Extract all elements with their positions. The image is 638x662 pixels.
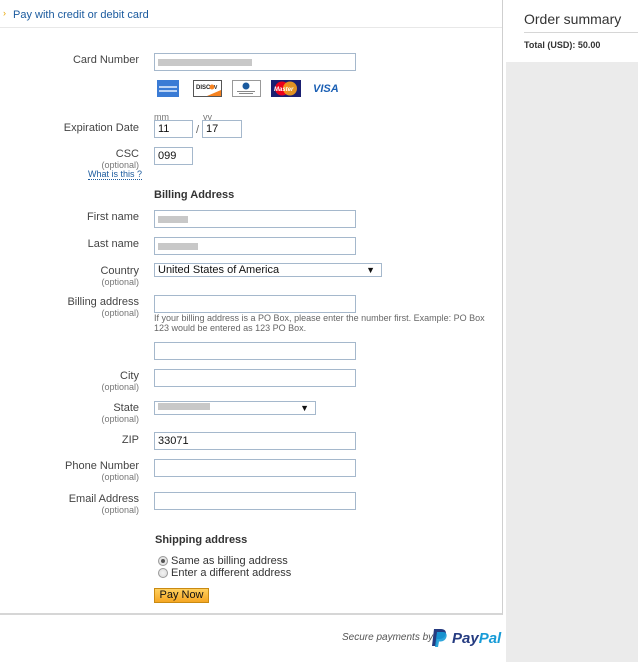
city-input[interactable] bbox=[154, 369, 356, 387]
dropdown-arrow-icon: ▼ bbox=[366, 265, 375, 275]
phone-input[interactable] bbox=[154, 459, 356, 477]
paypal-p-icon bbox=[432, 629, 447, 647]
zip-input[interactable]: 33071 bbox=[154, 432, 356, 450]
country-optional: (optional) bbox=[101, 277, 139, 287]
phone-label-wrap: Phone Number (optional) bbox=[0, 460, 139, 482]
expiration-date-label: Expiration Date bbox=[63, 122, 139, 134]
city-optional: (optional) bbox=[101, 382, 139, 392]
email-label-wrap: Email Address (optional) bbox=[0, 493, 139, 515]
country-label: Country bbox=[100, 265, 139, 277]
expiration-month-input[interactable]: 11 bbox=[154, 120, 193, 138]
svg-text:VISA: VISA bbox=[313, 83, 339, 95]
mastercard-logo-icon: Master bbox=[271, 80, 301, 97]
shipping-option-same[interactable]: Same as billing address bbox=[158, 555, 288, 567]
redacted-state bbox=[158, 403, 210, 410]
radio-unchecked-icon[interactable] bbox=[158, 568, 168, 578]
billing-address-heading: Billing Address bbox=[154, 189, 235, 201]
secure-payments-text: Secure payments by bbox=[342, 632, 434, 643]
po-box-hint: If your billing address is a PO Box, ple… bbox=[154, 313, 485, 333]
city-label: City bbox=[120, 370, 139, 382]
csc-help-link[interactable]: What is this ? bbox=[88, 169, 143, 180]
card-number-label: Card Number bbox=[72, 54, 139, 66]
shipping-option-label: Enter a different address bbox=[171, 567, 292, 579]
redacted-first-name bbox=[158, 215, 188, 223]
visa-logo-icon: VISA bbox=[313, 83, 339, 95]
expiration-year-input[interactable]: 17 bbox=[202, 120, 242, 138]
redacted-last-name bbox=[158, 242, 198, 250]
state-label: State bbox=[113, 402, 139, 414]
state-select[interactable]: ▼ bbox=[154, 401, 316, 415]
csc-input[interactable]: 099 bbox=[154, 147, 193, 165]
city-label-wrap: City (optional) bbox=[0, 370, 139, 392]
csc-label-wrap: CSC (optional) bbox=[0, 148, 139, 170]
order-summary-title: Order summary bbox=[524, 11, 622, 27]
order-total: Total (USD): 50.00 bbox=[524, 40, 601, 50]
card-number-input[interactable] bbox=[154, 53, 356, 71]
chevron-right-icon: › bbox=[3, 8, 6, 18]
payment-method-title[interactable]: Pay with credit or debit card bbox=[13, 9, 149, 21]
billing-address-label-wrap: Billing address (optional) bbox=[0, 296, 139, 318]
first-name-input[interactable] bbox=[154, 210, 356, 228]
country-select[interactable]: United States of America ▼ bbox=[154, 263, 382, 277]
billing-address-label: Billing address bbox=[67, 296, 139, 308]
order-summary-header: Order summary Total (USD): 50.00 bbox=[506, 0, 638, 62]
country-label-wrap: Country (optional) bbox=[0, 265, 139, 287]
paypal-pal-text: Pal bbox=[478, 630, 502, 647]
last-name-label: Last name bbox=[87, 238, 139, 250]
amex-logo-icon bbox=[157, 80, 179, 97]
shipping-option-different[interactable]: Enter a different address bbox=[158, 567, 291, 579]
pay-now-button[interactable]: Pay Now bbox=[154, 588, 209, 603]
date-separator: / bbox=[196, 124, 200, 136]
discover-logo-icon: DISC V bbox=[193, 80, 222, 97]
payment-form-panel: › Pay with credit or debit card Card Num… bbox=[0, 0, 503, 615]
diners-club-logo-icon bbox=[232, 80, 261, 97]
phone-label: Phone Number bbox=[65, 460, 139, 472]
billing-address-line1-input[interactable] bbox=[154, 295, 356, 313]
paypal-pay-text: Pay bbox=[452, 630, 479, 647]
checkout-page: › Pay with credit or debit card Card Num… bbox=[0, 0, 638, 662]
last-name-input[interactable] bbox=[154, 237, 356, 255]
billing-address-optional: (optional) bbox=[101, 308, 139, 318]
email-input[interactable] bbox=[154, 492, 356, 510]
svg-text:Master: Master bbox=[274, 87, 294, 93]
dropdown-arrow-icon: ▼ bbox=[300, 403, 309, 413]
svg-text:DISC: DISC bbox=[196, 85, 211, 91]
order-summary-divider bbox=[524, 32, 638, 33]
shipping-option-label: Same as billing address bbox=[171, 555, 288, 567]
state-label-wrap: State (optional) bbox=[0, 402, 139, 424]
zip-label: ZIP bbox=[121, 434, 139, 446]
payment-method-header[interactable]: › Pay with credit or debit card bbox=[0, 0, 502, 28]
shipping-address-heading: Shipping address bbox=[155, 534, 248, 546]
state-optional: (optional) bbox=[101, 414, 139, 424]
paypal-wordmark: PayPal bbox=[452, 630, 501, 647]
first-name-label: First name bbox=[87, 211, 139, 223]
redacted-card-number bbox=[158, 58, 252, 66]
phone-optional: (optional) bbox=[101, 472, 139, 482]
order-summary-panel: Order summary Total (USD): 50.00 bbox=[506, 0, 638, 662]
radio-checked-icon[interactable] bbox=[158, 556, 168, 566]
email-label: Email Address bbox=[68, 493, 139, 505]
csc-label: CSC bbox=[115, 148, 139, 160]
email-optional: (optional) bbox=[101, 505, 139, 515]
country-selected-value: United States of America bbox=[158, 264, 280, 276]
billing-address-line2-input[interactable] bbox=[154, 342, 356, 360]
